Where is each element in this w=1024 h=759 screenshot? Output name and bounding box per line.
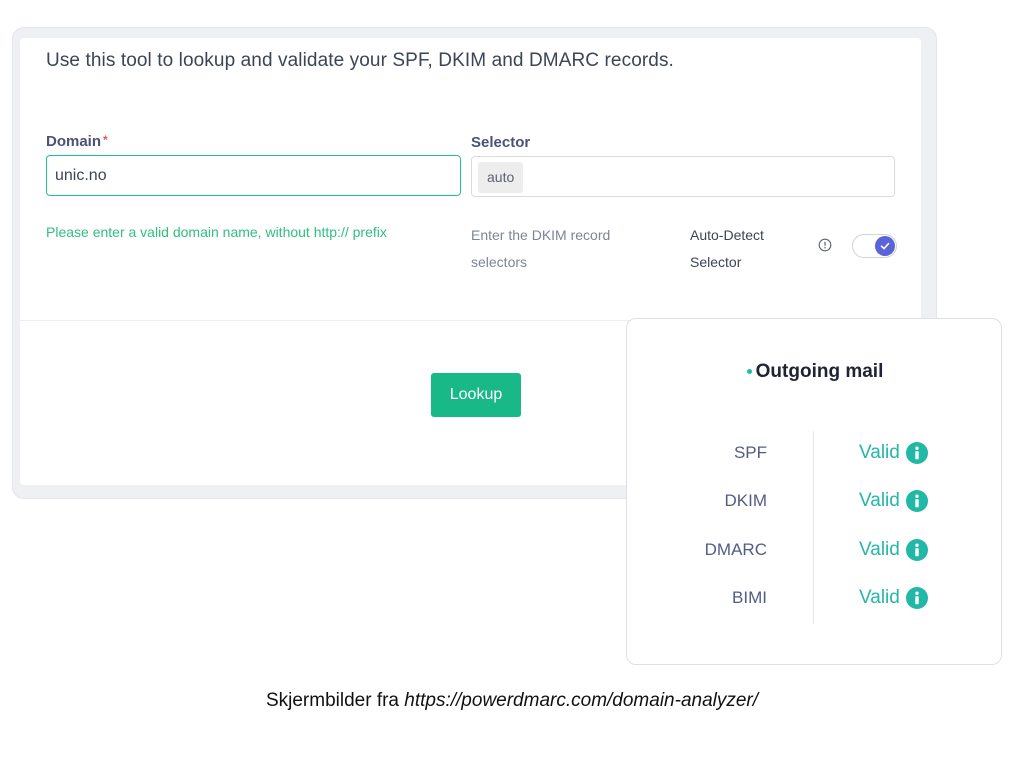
info-filled-icon[interactable] xyxy=(905,490,928,512)
domain-label: Domain * xyxy=(46,133,108,150)
outgoing-mail-title: Outgoing mail xyxy=(627,361,1003,383)
record-status-text: Valid xyxy=(859,539,900,560)
auto-detect-label: Auto-Detect Selector xyxy=(690,227,764,270)
required-mark: * xyxy=(103,133,108,147)
record-status-text: Valid xyxy=(859,490,900,511)
domain-label-text: Domain xyxy=(46,133,102,150)
title-dot-icon xyxy=(746,369,752,375)
domain-hint: Please enter a valid domain name, withou… xyxy=(46,224,387,240)
info-filled-icon[interactable] xyxy=(905,442,928,464)
record-status-text: Valid xyxy=(859,587,900,608)
record-status-text: Valid xyxy=(859,442,900,463)
info-filled-icon[interactable] xyxy=(905,587,928,609)
info-outline-icon[interactable] xyxy=(818,238,832,252)
screenshot-caption: Skjermbilder fra https://powerdmarc.com/… xyxy=(0,690,1024,712)
record-status-dkim: Valid xyxy=(859,490,928,512)
selector-hint: Enter the DKIM record selectors xyxy=(471,227,611,270)
check-icon xyxy=(880,242,890,250)
record-name-bimi: BIMI xyxy=(732,588,767,607)
lookup-button[interactable]: Lookup xyxy=(431,373,521,417)
record-name-dmarc: DMARC xyxy=(704,540,767,559)
intro-text: Use this tool to lookup and validate you… xyxy=(46,50,674,71)
auto-detect-toggle[interactable] xyxy=(852,234,897,258)
outgoing-mail-card: Outgoing mail SPF Valid DKIM Valid DMARC… xyxy=(626,318,1002,665)
caption-prefix: Skjermbilder fra xyxy=(265,690,405,711)
record-name-spf: SPF xyxy=(733,443,767,462)
info-filled-icon[interactable] xyxy=(905,539,928,561)
selector-chip-auto[interactable]: auto xyxy=(478,162,524,193)
outgoing-mail-title-text: Outgoing mail xyxy=(755,361,884,382)
record-status-dmarc: Valid xyxy=(859,539,928,561)
record-name-dkim: DKIM xyxy=(724,491,768,510)
results-divider xyxy=(813,431,814,624)
record-status-bimi: Valid xyxy=(859,587,928,609)
selector-label: Selector xyxy=(471,134,531,151)
toggle-knob xyxy=(875,236,895,256)
record-status-spf: Valid xyxy=(859,442,928,464)
selector-input[interactable]: auto xyxy=(471,156,895,197)
caption-url: https://powerdmarc.com/domain-analyzer/ xyxy=(404,690,759,711)
domain-input[interactable] xyxy=(46,155,461,196)
